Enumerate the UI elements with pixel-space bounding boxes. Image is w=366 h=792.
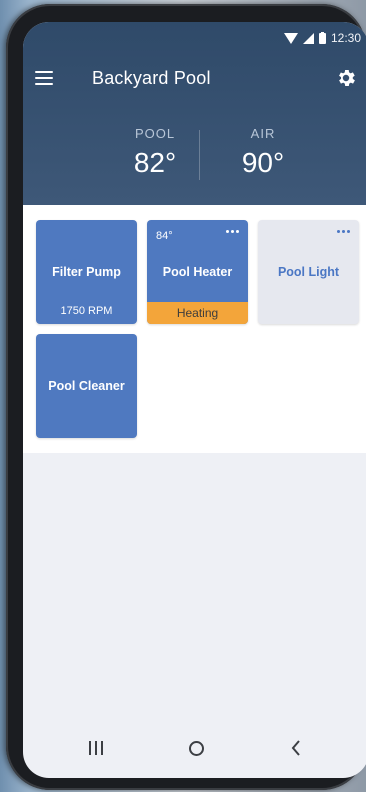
tile-label: Pool Light — [277, 265, 340, 279]
air-temp: 90° — [241, 147, 285, 178]
header: 12:30 Backyard Pool POOL 82° AIR 90° — [23, 22, 366, 205]
air-label: AIR — [250, 126, 276, 141]
tile-label: Pool Cleaner — [48, 379, 125, 393]
device-grid: Filter Pump 1750 RPM 84° Pool Heater Hea… — [23, 205, 366, 453]
page-title: Backyard Pool — [92, 68, 211, 88]
phone-frame: 12:30 Backyard Pool POOL 82° AIR 90° Fil… — [6, 4, 366, 790]
wifi-icon — [283, 32, 298, 44]
back-icon[interactable] — [291, 740, 301, 761]
more-icon[interactable] — [337, 230, 350, 233]
status-bar: 12:30 — [283, 30, 361, 46]
air-temp-block: AIR 90° — [228, 126, 298, 179]
menu-icon[interactable] — [35, 71, 53, 85]
tile-setpoint: 84° — [156, 230, 173, 242]
screen: 12:30 Backyard Pool POOL 82° AIR 90° Fil… — [23, 22, 366, 778]
signal-icon — [302, 32, 314, 44]
clock: 12:30 — [330, 31, 361, 45]
tile-pool-heater[interactable]: 84° Pool Heater Heating — [147, 220, 248, 324]
system-nav-bar — [23, 722, 366, 778]
tile-label: Pool Heater — [162, 265, 233, 279]
tile-pool-cleaner[interactable]: Pool Cleaner — [36, 334, 137, 438]
tile-label: Filter Pump — [52, 265, 121, 279]
pool-label: POOL — [134, 126, 176, 141]
pool-temp: 82° — [133, 147, 177, 178]
divider — [199, 130, 200, 180]
tile-filter-pump[interactable]: Filter Pump 1750 RPM — [36, 220, 137, 324]
status-badge: Heating — [147, 302, 248, 324]
home-icon[interactable] — [189, 741, 204, 756]
gear-icon[interactable] — [335, 67, 357, 89]
pool-temp-block: POOL 82° — [115, 126, 195, 179]
tile-subtext: 1750 RPM — [60, 305, 113, 317]
tile-pool-light[interactable]: Pool Light — [258, 220, 359, 324]
more-icon[interactable] — [226, 230, 239, 233]
recent-apps-icon[interactable] — [89, 741, 103, 755]
app-bar: Backyard Pool — [23, 64, 366, 100]
battery-icon — [318, 32, 326, 44]
temperature-readout: POOL 82° AIR 90° — [23, 126, 366, 196]
